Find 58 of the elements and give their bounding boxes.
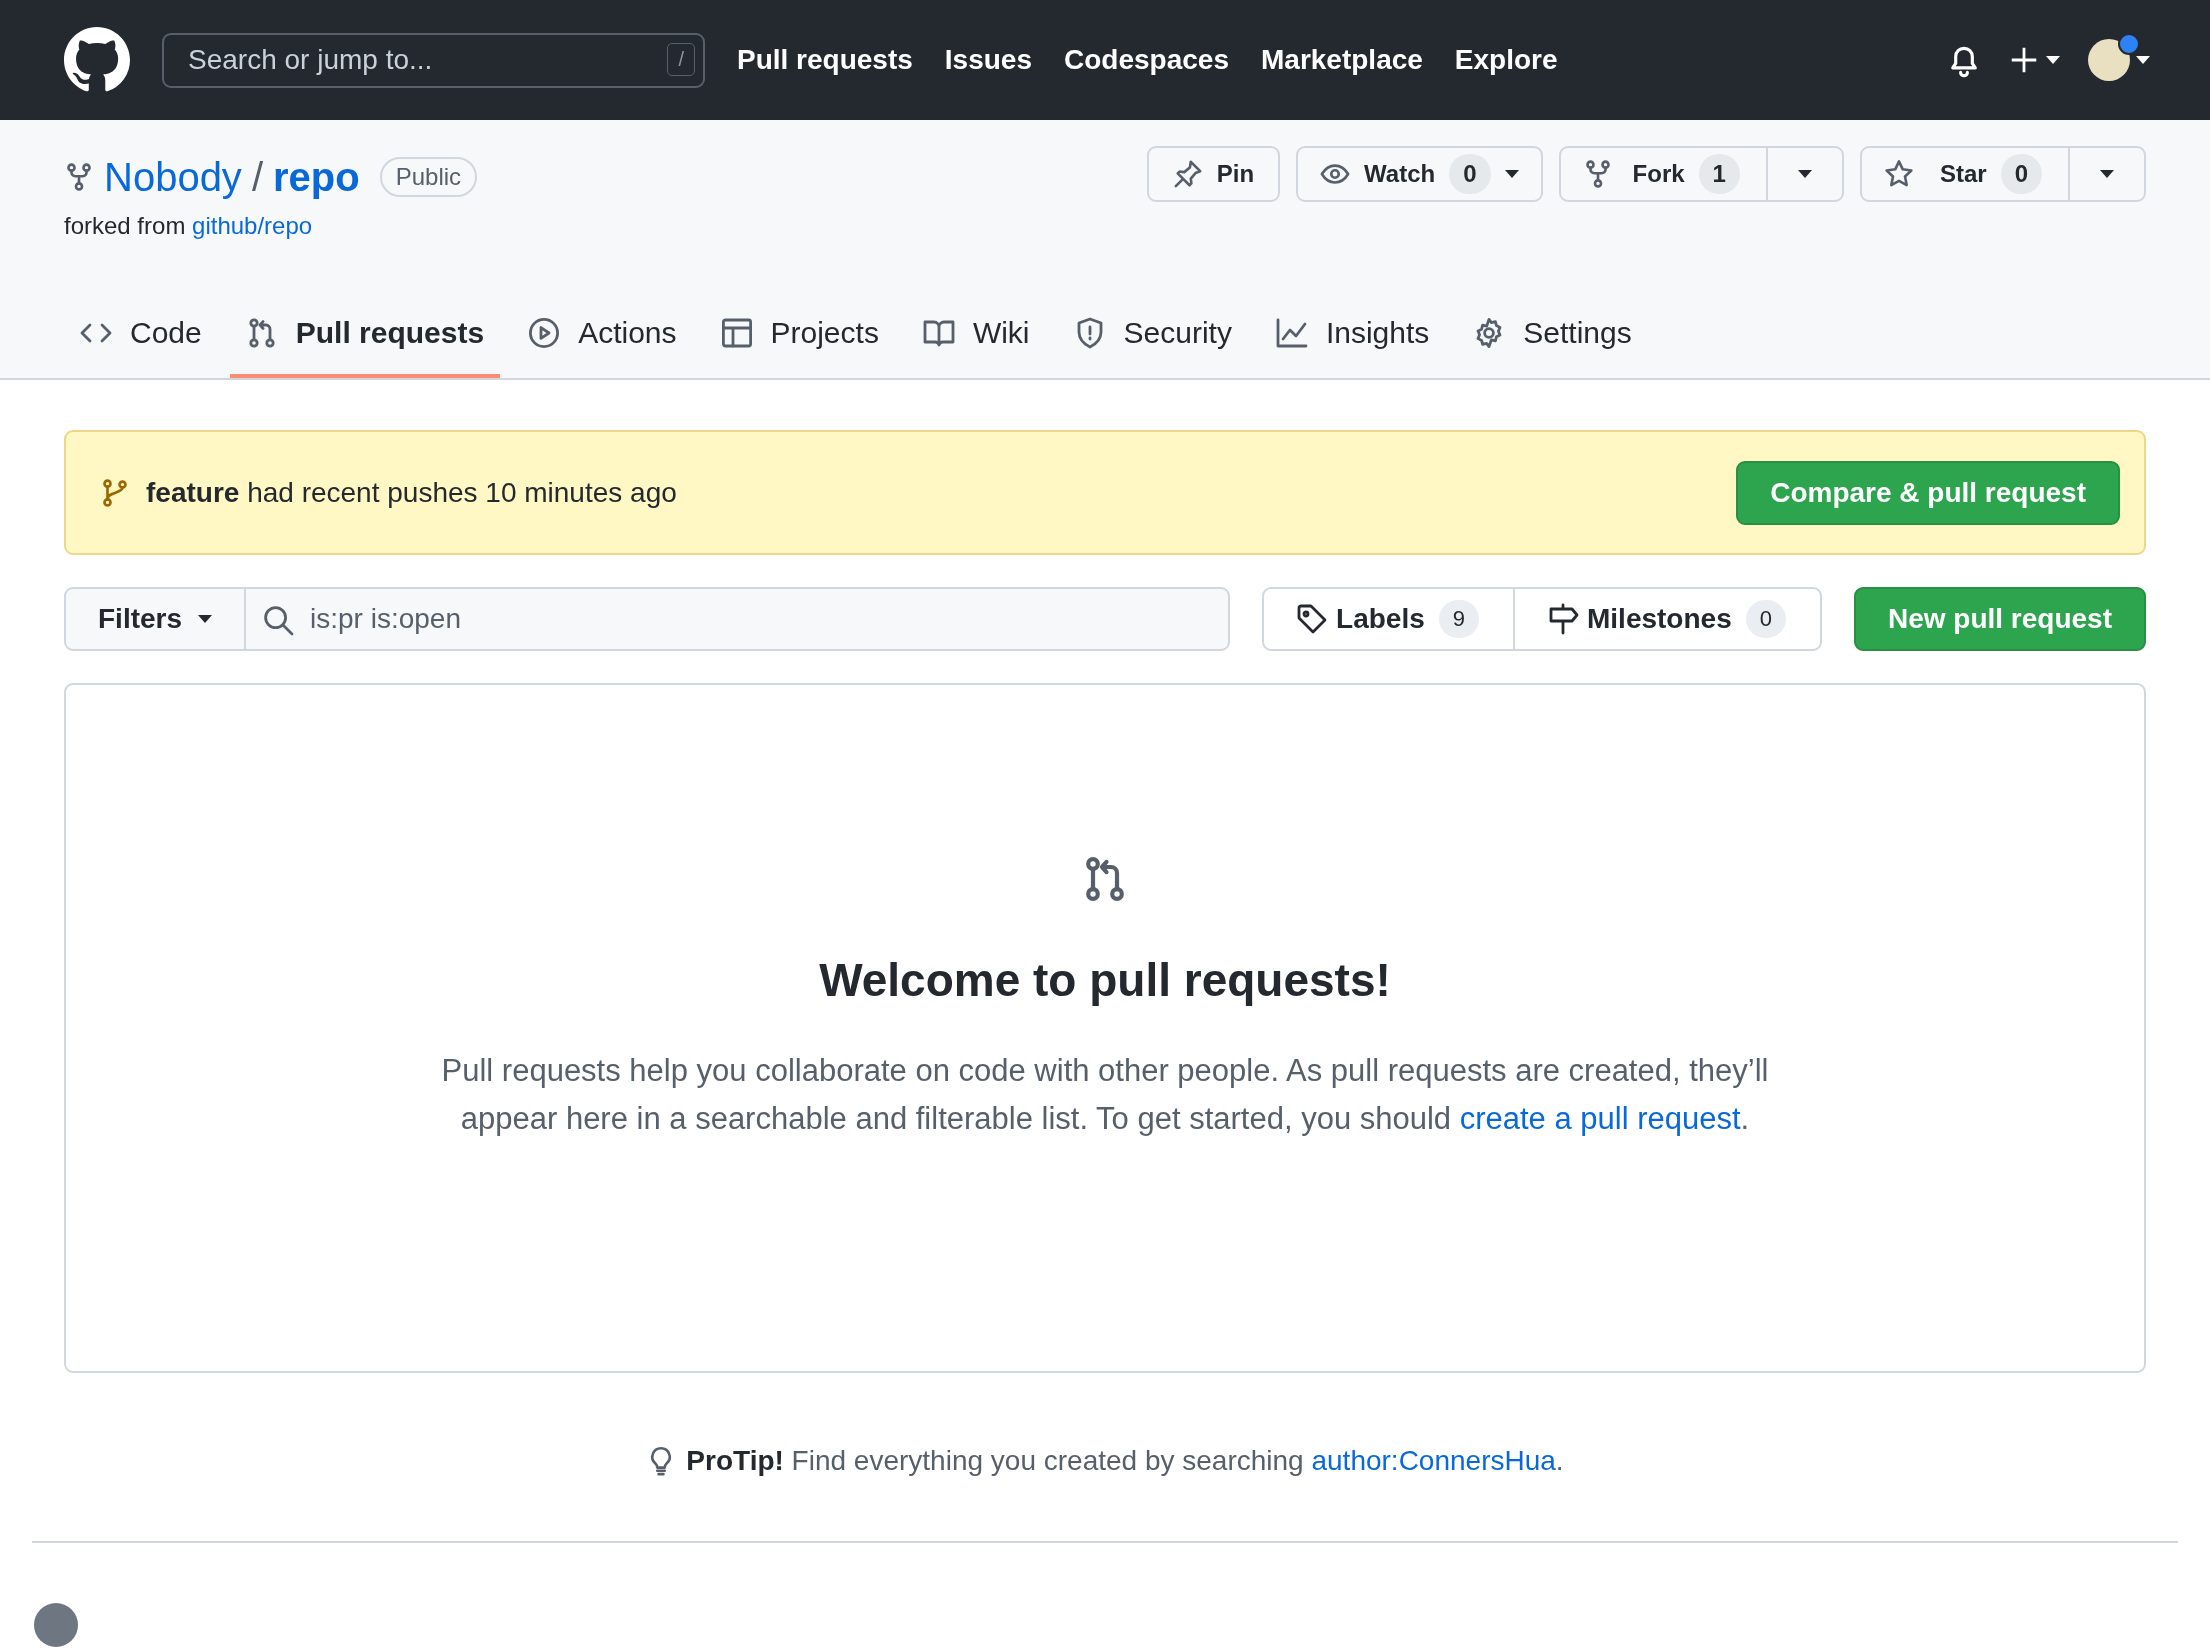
repo-tab[interactable]: Pull requests — [229, 302, 501, 378]
repo-name-link[interactable]: repo — [273, 154, 360, 200]
path-separator: / — [251, 154, 263, 200]
shortcut-key: / — [667, 42, 695, 76]
count: 1 — [1698, 154, 1740, 194]
signpost-icon — [1547, 603, 1579, 635]
repo-tab[interactable]: Projects — [704, 302, 895, 378]
protip-text: ProTip! Find everything you created by searching author:ConnersHua. — [686, 1444, 1564, 1478]
repo-owner-link[interactable]: Nobody — [104, 154, 242, 200]
github-logo-icon[interactable] — [64, 27, 130, 93]
fork-icon — [64, 162, 94, 192]
repo-tab[interactable]: Insights — [1259, 302, 1446, 378]
caret-icon — [1504, 170, 1519, 178]
play-icon — [528, 317, 561, 349]
visibility-label: Public — [379, 157, 478, 197]
nav-link[interactable]: Issues — [944, 44, 1032, 76]
count: 0 — [1449, 154, 1491, 194]
repo-tab[interactable]: Actions — [512, 302, 693, 378]
caret-icon — [2046, 56, 2060, 64]
repo-tab[interactable]: Code — [64, 302, 218, 378]
caret-icon — [2136, 56, 2150, 64]
filter-search-bar[interactable]: Filters is:pr is:open — [64, 587, 1231, 651]
repo-tab[interactable]: Security — [1057, 302, 1248, 378]
count: 9 — [1438, 600, 1479, 638]
caret-icon — [198, 615, 213, 623]
search-field[interactable]: is:pr is:open — [246, 589, 1229, 649]
star-icon — [1883, 159, 1914, 189]
graph-icon — [1275, 317, 1308, 349]
empty-state-text: Pull requests help you collaborate on code with other people. As pull requests are created, they’ll appear here in a searchable and filterable list. To get started, you should create a pull request. — [440, 1052, 1770, 1138]
pin-icon — [1172, 159, 1203, 189]
branch-icon — [100, 477, 130, 508]
nav-link[interactable]: Codespaces — [1064, 44, 1229, 76]
fork-source-link[interactable]: github/repo — [192, 212, 313, 239]
repo-tab[interactable]: Wiki — [906, 302, 1046, 378]
watch-button[interactable]: Watch 0 — [1296, 146, 1543, 202]
tag-icon — [1296, 603, 1329, 635]
nav-link[interactable]: Explore — [1454, 44, 1558, 76]
filters-button[interactable]: Filters — [66, 589, 247, 649]
create-new-button[interactable] — [2010, 46, 2060, 74]
author-search-link[interactable]: author:ConnersHua — [1311, 1445, 1556, 1476]
nav-link[interactable]: Marketplace — [1261, 44, 1423, 76]
labels-button[interactable]: Labels 9 — [1264, 589, 1513, 649]
repo-tab[interactable]: Settings — [1457, 302, 1648, 378]
count: 0 — [1745, 600, 1786, 638]
pin-button[interactable]: Pin — [1146, 146, 1281, 202]
nav-link[interactable]: Pull requests — [737, 44, 913, 76]
caret-icon — [1797, 170, 1812, 178]
create-pull-request-link[interactable]: create a pull request — [1459, 1101, 1741, 1136]
count: 0 — [2000, 154, 2042, 194]
avatar — [2088, 39, 2130, 81]
caret-icon — [2100, 170, 2114, 178]
plus-icon — [2010, 46, 2038, 74]
recent-push-message: feature had recent pushes 10 minutes ago — [146, 476, 677, 509]
search-icon — [262, 604, 295, 636]
table-icon — [720, 317, 753, 349]
empty-state-title: Welcome to pull requests! — [819, 953, 1391, 1007]
forked-from-text: forked from — [64, 212, 186, 239]
milestones-button[interactable]: Milestones 0 — [1513, 589, 1820, 649]
